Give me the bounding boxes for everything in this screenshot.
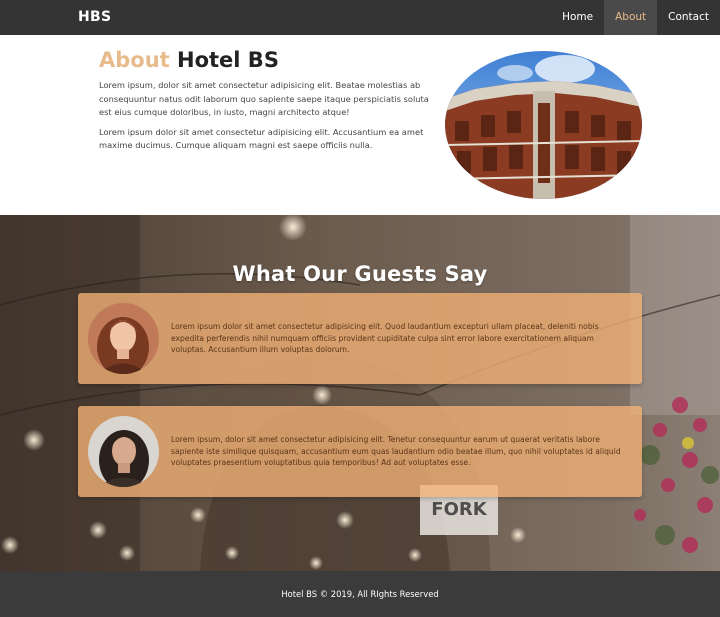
footer-copyright: Hotel BS © 2019, All RIghts Reserved — [281, 589, 439, 599]
nav-link-about[interactable]: About — [604, 0, 658, 35]
guest-avatar — [88, 303, 159, 374]
guest-avatar — [88, 416, 159, 487]
svg-text:FORK: FORK — [431, 499, 487, 520]
hotel-building-image — [445, 51, 642, 199]
nav-link-contact[interactable]: Contact — [657, 0, 720, 35]
brand-logo[interactable]: HBS — [78, 0, 111, 35]
testimonials-title: What Our Guests Say — [232, 262, 488, 286]
footer: Hotel BS © 2019, All RIghts Reserved — [0, 571, 720, 617]
about-section: About Hotel BS Lorem ipsum, dolor sit am… — [0, 35, 720, 215]
nav-link-home[interactable]: Home — [551, 0, 604, 35]
testimonials-section: FORK What Our Guests Say Lorem ipsum dol… — [0, 215, 720, 571]
testimonial-card: Lorem ipsum, dolor sit amet consectetur … — [78, 406, 642, 497]
about-text-block: About Hotel BS Lorem ipsum, dolor sit am… — [99, 47, 429, 153]
nav-links: Home About Contact — [551, 0, 720, 35]
about-title-highlight: About — [99, 48, 170, 72]
about-paragraph: Lorem ipsum, dolor sit amet consectetur … — [99, 80, 429, 117]
about-title: About Hotel BS — [99, 47, 429, 73]
testimonial-text: Lorem ipsum, dolor sit amet consectetur … — [171, 435, 621, 467]
testimonial-card: Lorem ipsum dolor sit amet consectetur a… — [78, 293, 642, 384]
testimonial-text: Lorem ipsum dolor sit amet consectetur a… — [171, 322, 599, 354]
about-paragraph: Lorem ipsum dolor sit amet consectetur a… — [99, 126, 424, 151]
about-title-rest: Hotel BS — [177, 48, 279, 72]
navbar: HBS Home About Contact — [0, 0, 720, 35]
